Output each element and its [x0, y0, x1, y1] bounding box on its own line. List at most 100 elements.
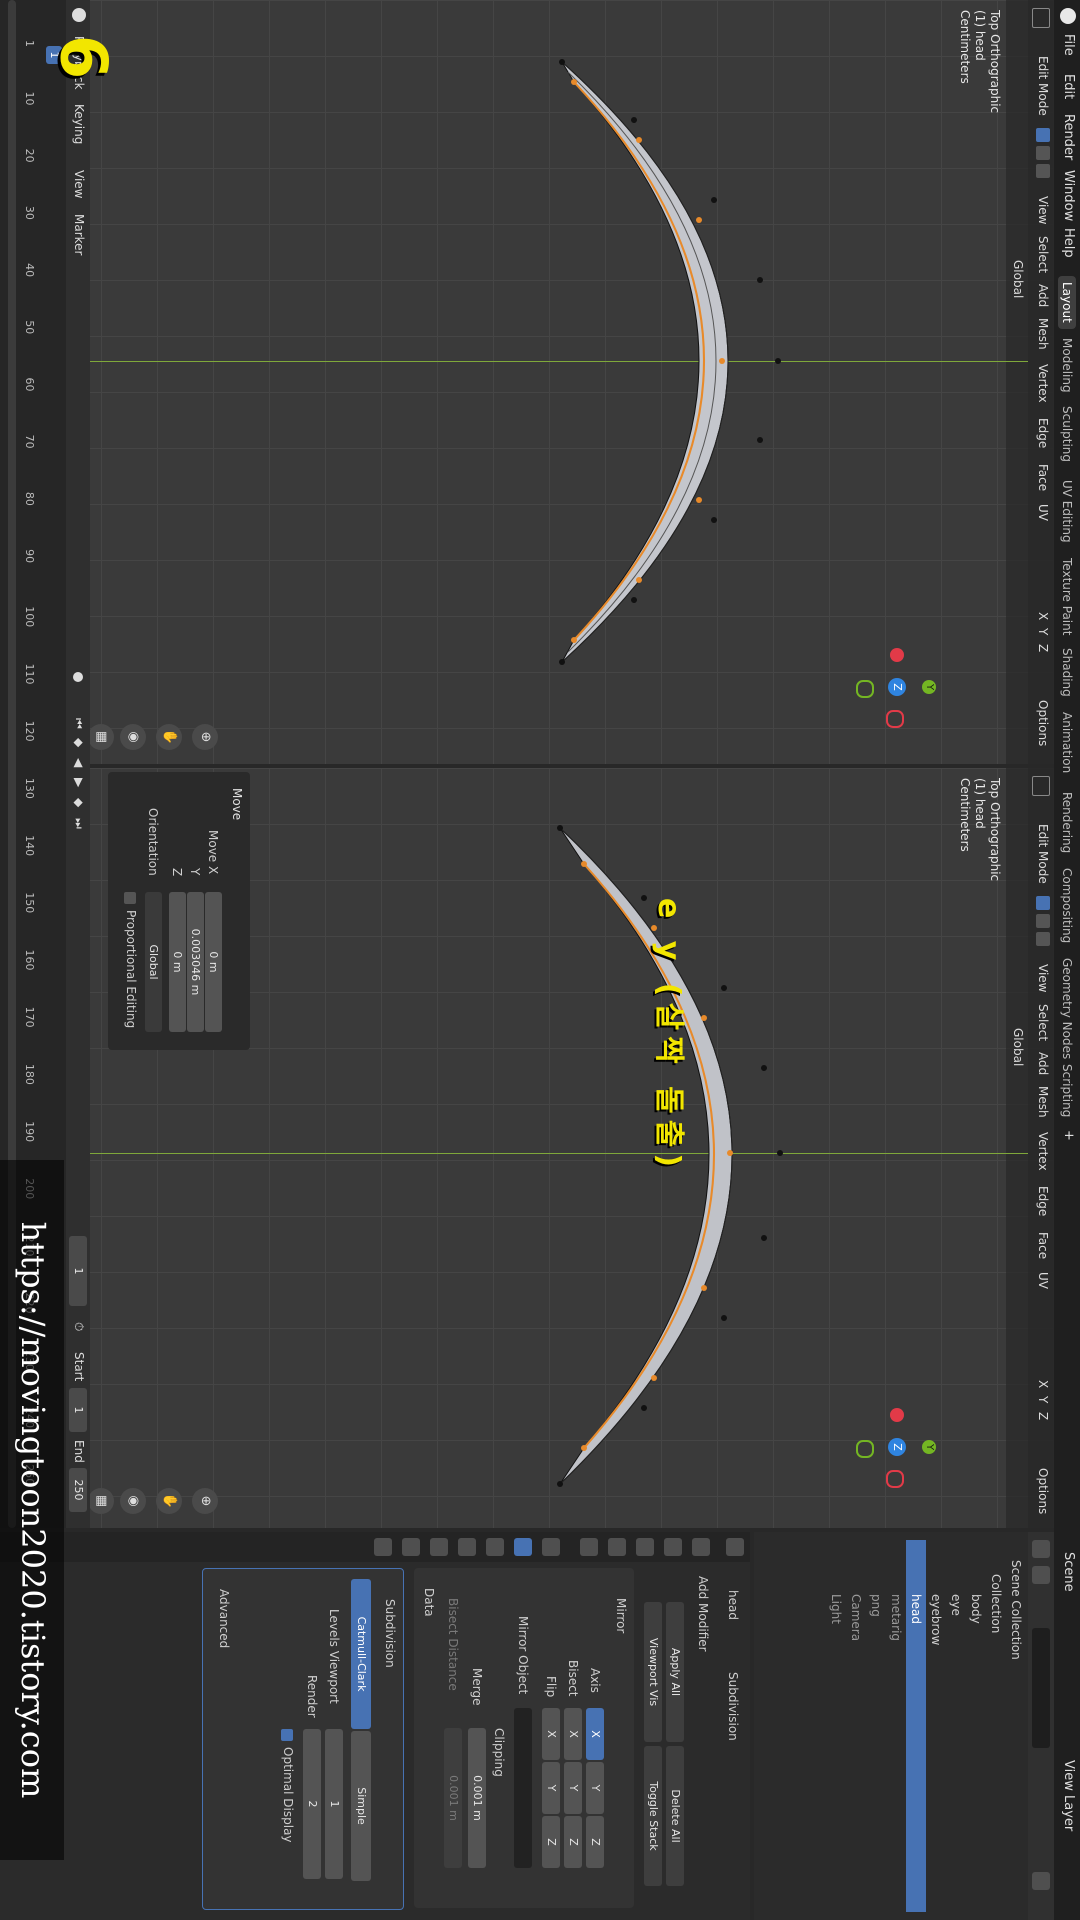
- subdivision-name[interactable]: Subdivision: [383, 1599, 397, 1668]
- gizmo-neg-y[interactable]: [856, 1440, 874, 1458]
- jump-end-icon[interactable]: ⏭: [71, 818, 86, 829]
- advanced-section-label[interactable]: Advanced: [217, 1589, 231, 1648]
- camera-view-icon[interactable]: ◉: [120, 724, 146, 750]
- outliner-item-metarig[interactable]: metarig: [886, 1540, 906, 1912]
- mirror-modifier-panel[interactable]: Mirror Axis X Y Z Bisect X Y Z Flip X Y …: [414, 1568, 634, 1908]
- pan-hand-icon[interactable]: ✋: [156, 724, 182, 750]
- tab-modeling[interactable]: Modeling: [1058, 332, 1076, 399]
- flip-z[interactable]: Z: [542, 1816, 560, 1868]
- tool-tab-icon[interactable]: [726, 1538, 744, 1556]
- mirror-axis-y[interactable]: Y: [586, 1762, 604, 1814]
- menu-view[interactable]: View: [72, 170, 86, 198]
- viewport-vis-button[interactable]: Viewport Vis: [644, 1602, 662, 1742]
- filter-icon[interactable]: [1032, 1872, 1050, 1890]
- gizmo-y[interactable]: Y: [922, 1440, 936, 1454]
- world-tab-icon[interactable]: [580, 1538, 598, 1556]
- gizmo-neg-x[interactable]: [890, 1408, 904, 1422]
- tab-rendering[interactable]: Rendering: [1058, 786, 1076, 859]
- preview-range-icon[interactable]: ⏱: [71, 1322, 86, 1331]
- outliner-item-body[interactable]: body: [966, 1540, 986, 1912]
- simple-button[interactable]: Simple: [351, 1731, 371, 1881]
- scene-selector[interactable]: Scene: [1061, 1552, 1076, 1592]
- constraints-tab-icon[interactable]: [430, 1538, 448, 1556]
- apply-all-button[interactable]: Apply All: [666, 1602, 684, 1742]
- gizmo-z[interactable]: Z: [888, 1438, 906, 1456]
- gizmo-x[interactable]: [886, 710, 904, 728]
- display-mode-icon[interactable]: [1032, 1566, 1050, 1584]
- mirror-name[interactable]: Mirror: [614, 1598, 628, 1633]
- move-x-field[interactable]: 0 m: [205, 892, 222, 1032]
- blender-logo-icon[interactable]: [1060, 8, 1076, 24]
- tab-animation[interactable]: Animation: [1058, 706, 1076, 779]
- navigation-gizmo[interactable]: Z Y: [856, 1408, 936, 1488]
- mirror-axis-z[interactable]: Z: [586, 1816, 604, 1868]
- gizmo-z[interactable]: Z: [888, 678, 906, 696]
- menu-render[interactable]: Render: [1061, 114, 1076, 160]
- bisect-y[interactable]: Y: [564, 1762, 582, 1814]
- particles-tab-icon[interactable]: [486, 1538, 504, 1556]
- bisect-distance-field[interactable]: 0.001 m: [444, 1728, 462, 1868]
- menu-marker[interactable]: Marker: [72, 214, 86, 255]
- viewport-left[interactable]: Edit Mode View Select Add Mesh Vertex Ed…: [90, 0, 1054, 764]
- prev-keyframe-icon[interactable]: ◆: [72, 738, 86, 747]
- jump-start-icon[interactable]: ⏮: [71, 718, 86, 729]
- properties-panel[interactable]: head Subdivision Add Modifier Apply All …: [0, 1532, 750, 1920]
- zoom-icon[interactable]: ⊕: [192, 724, 218, 750]
- tab-texture-paint[interactable]: Texture Paint: [1058, 552, 1076, 641]
- outliner-item-eyebrow[interactable]: eyebrow: [926, 1540, 946, 1912]
- search-icon[interactable]: [1032, 1628, 1050, 1748]
- menu-window[interactable]: Window: [1061, 170, 1076, 221]
- outliner-item-eye[interactable]: eye: [946, 1540, 966, 1912]
- outliner-item-light[interactable]: Light: [826, 1540, 846, 1912]
- navigation-gizmo[interactable]: Z Y: [856, 648, 936, 728]
- mirror-axis-x[interactable]: X: [586, 1708, 604, 1760]
- outliner-panel[interactable]: Scene Collection Collection body eye eye…: [754, 1532, 1054, 1920]
- subdivision-modifier-panel[interactable]: Subdivision Catmull-Clark Simple Levels …: [202, 1568, 404, 1910]
- tab-uv-editing[interactable]: UV Editing: [1058, 474, 1076, 549]
- scene-tab-icon[interactable]: [608, 1538, 626, 1556]
- timeline-editor-icon[interactable]: [72, 8, 86, 22]
- tab-layout[interactable]: Layout: [1058, 276, 1076, 329]
- flip-x[interactable]: X: [542, 1708, 560, 1760]
- play-icon[interactable]: ▶: [72, 778, 86, 787]
- menu-file[interactable]: File: [1061, 34, 1076, 56]
- record-button[interactable]: [73, 672, 83, 682]
- zoom-icon[interactable]: ⊕: [192, 1488, 218, 1514]
- tab-geometry-nodes[interactable]: Geometry Nodes: [1058, 952, 1076, 1065]
- catmull-clark-button[interactable]: Catmull-Clark: [351, 1579, 371, 1729]
- outliner-item-png[interactable]: png: [866, 1540, 886, 1912]
- outliner-editor-icon[interactable]: [1032, 1540, 1050, 1558]
- play-reverse-icon[interactable]: ◀: [72, 758, 86, 767]
- menu-edit[interactable]: Edit: [1061, 74, 1076, 99]
- bisect-z[interactable]: Z: [564, 1816, 582, 1868]
- toggle-stack-button[interactable]: Toggle Stack: [644, 1746, 662, 1886]
- output-tab-icon[interactable]: [664, 1538, 682, 1556]
- move-y-field[interactable]: 0.003046 m: [187, 892, 204, 1032]
- start-frame-field[interactable]: 1: [69, 1388, 87, 1432]
- outliner-item-head[interactable]: head: [906, 1540, 926, 1912]
- bisect-x[interactable]: X: [564, 1708, 582, 1760]
- data-tab-icon[interactable]: [402, 1538, 420, 1556]
- move-z-field[interactable]: 0 m: [169, 892, 186, 1032]
- flip-y[interactable]: Y: [542, 1762, 560, 1814]
- modifier-wrench-icon[interactable]: [514, 1538, 532, 1556]
- tab-compositing[interactable]: Compositing: [1058, 862, 1076, 949]
- view-layer-selector[interactable]: View Layer: [1061, 1760, 1076, 1831]
- outliner-item-collection[interactable]: Collection: [986, 1540, 1006, 1912]
- tab-sculpting[interactable]: Sculpting: [1058, 400, 1076, 468]
- move-operator-panel[interactable]: Move Move X Y Z 0 m 0.003046 m 0 m Orien…: [108, 772, 250, 1050]
- gizmo-neg-x[interactable]: [890, 648, 904, 662]
- merge-distance-field[interactable]: 0.001 m: [468, 1728, 486, 1868]
- orientation-dropdown[interactable]: Global: [145, 892, 162, 1032]
- menu-help[interactable]: Help: [1061, 228, 1076, 258]
- menu-keying[interactable]: Keying: [72, 104, 86, 144]
- next-keyframe-icon[interactable]: ◆: [72, 798, 86, 807]
- material-tab-icon[interactable]: [374, 1538, 392, 1556]
- object-tab-icon[interactable]: [542, 1538, 560, 1556]
- optimal-display-checkbox[interactable]: [281, 1729, 293, 1741]
- render-tab-icon[interactable]: [692, 1538, 710, 1556]
- gizmo-neg-y[interactable]: [856, 680, 874, 698]
- add-workspace-button[interactable]: +: [1061, 1130, 1076, 1141]
- pan-hand-icon[interactable]: ✋: [156, 1488, 182, 1514]
- move-panel-title[interactable]: Move: [230, 788, 244, 820]
